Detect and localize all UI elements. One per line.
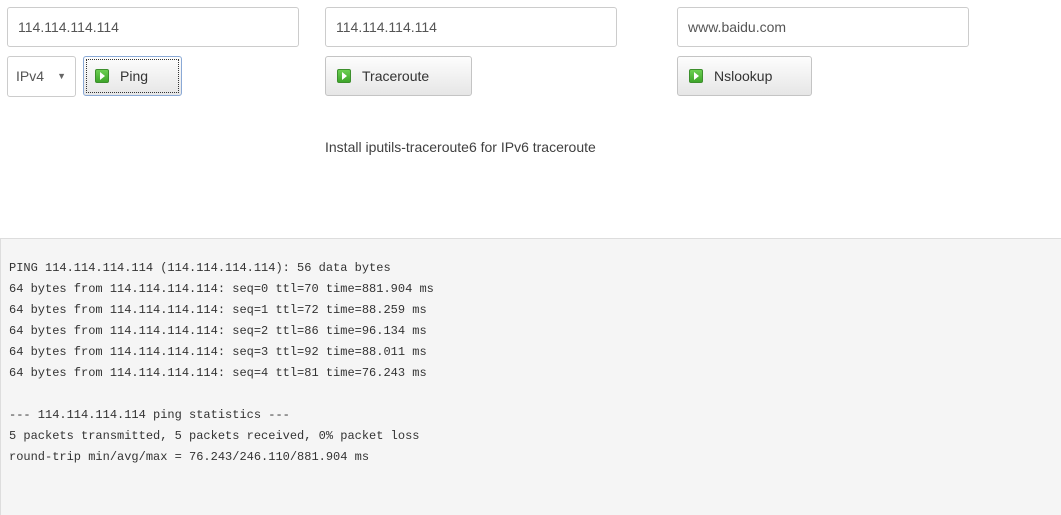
output-line: 64 bytes from 114.114.114.114: seq=0 ttl… [9,282,434,296]
traceroute-button[interactable]: Traceroute [325,56,472,96]
protocol-select-value: IPv4 [16,68,45,84]
output-line: 5 packets transmitted, 5 packets receive… [9,429,420,443]
traceroute-button-label: Traceroute [362,68,430,84]
output-line: round-trip min/avg/max = 76.243/246.110/… [9,450,370,464]
ping-host-input[interactable] [7,7,299,47]
output-line: 64 bytes from 114.114.114.114: seq=4 ttl… [9,366,427,380]
nslookup-button-label: Nslookup [714,68,773,84]
caret-down-icon: ▼ [57,71,66,81]
output-line: 64 bytes from 114.114.114.114: seq=2 ttl… [9,324,427,338]
protocol-select[interactable]: IPv4 ▼ [7,56,76,97]
ping-button[interactable]: Ping [83,56,182,96]
play-icon [95,69,109,83]
play-icon [337,69,351,83]
nslookup-host-input[interactable] [677,7,969,47]
output-line: PING 114.114.114.114 (114.114.114.114): … [9,261,391,275]
output-line: --- 114.114.114.114 ping statistics --- [9,408,290,422]
traceroute-ipv6-note: Install iputils-traceroute6 for IPv6 tra… [325,139,596,155]
play-icon [689,69,703,83]
command-output: PING 114.114.114.114 (114.114.114.114): … [0,238,1061,515]
nslookup-button[interactable]: Nslookup [677,56,812,96]
ping-button-label: Ping [120,68,149,84]
output-line: 64 bytes from 114.114.114.114: seq=3 ttl… [9,345,427,359]
traceroute-host-input[interactable] [325,7,617,47]
output-line: 64 bytes from 114.114.114.114: seq=1 ttl… [9,303,427,317]
